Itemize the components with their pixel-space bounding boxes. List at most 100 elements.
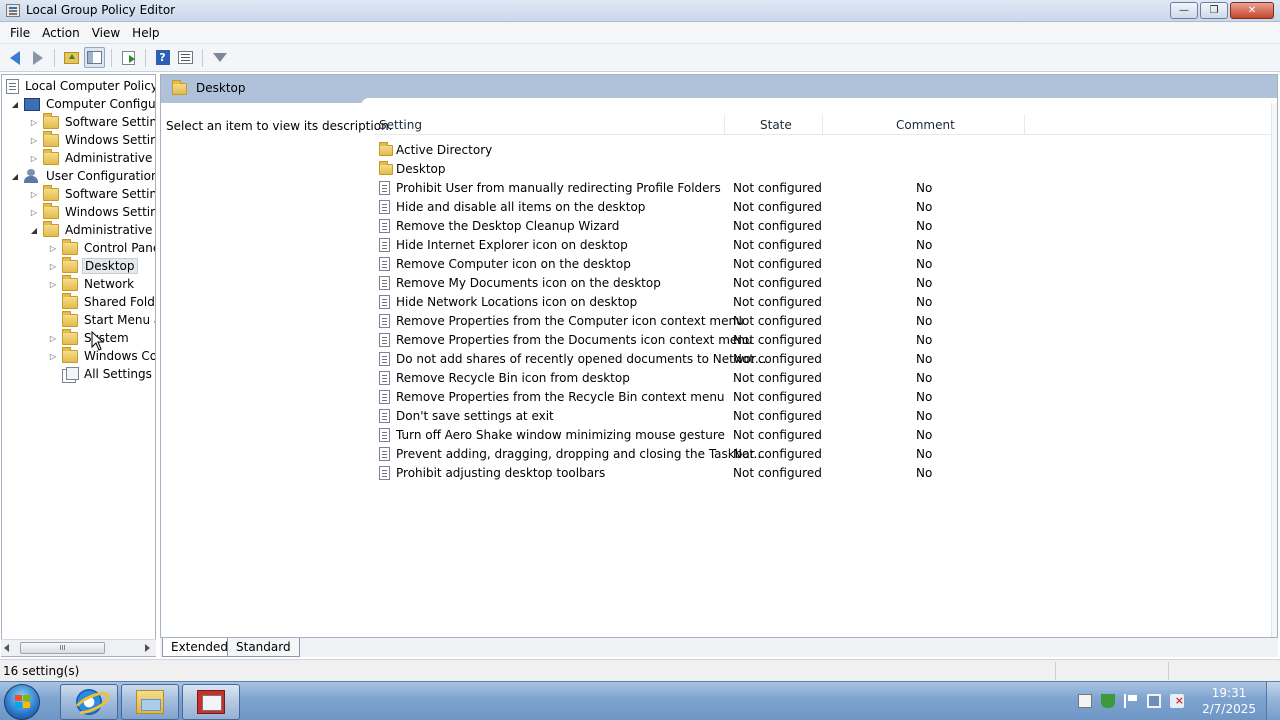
tree-item-desktop[interactable]: ▷ Desktop <box>48 256 138 275</box>
tree-item-control-panel[interactable]: ▷ Control Panel <box>48 238 155 257</box>
taskbar-internet-explorer[interactable] <box>60 684 118 720</box>
list-setting-row[interactable]: Don't save settings at exit Not configure… <box>374 407 1274 426</box>
list-setting-row[interactable]: Remove Recycle Bin icon from desktop Not … <box>374 369 1274 388</box>
tree-item-local-computer-policy[interactable]: Local Computer Policy <box>6 77 156 95</box>
tree-item-shared-folders[interactable]: Shared Folder <box>48 292 155 311</box>
menu-action[interactable]: Action <box>36 26 86 40</box>
column-header-comment[interactable]: Comment <box>896 118 955 132</box>
expand-arrow-icon[interactable]: ▷ <box>29 154 39 163</box>
policy-setting-icon <box>379 466 390 480</box>
mouse-cursor-icon <box>91 331 105 351</box>
folder-icon <box>43 112 59 129</box>
security-shield-icon[interactable] <box>1101 694 1115 708</box>
tree-item-user-administrative-templates[interactable]: ◢ Administrative Te <box>29 220 155 239</box>
expand-arrow-icon[interactable]: ▷ <box>48 352 58 361</box>
expand-arrow-icon[interactable]: ▷ <box>48 334 58 343</box>
menu-file[interactable]: File <box>4 26 36 40</box>
column-divider[interactable] <box>1024 115 1025 135</box>
menu-help[interactable]: Help <box>126 26 165 40</box>
list-setting-row[interactable]: Hide Internet Explorer icon on desktop No… <box>374 236 1274 255</box>
list-setting-row[interactable]: Remove the Desktop Cleanup Wizard Not con… <box>374 217 1274 236</box>
console-tree[interactable]: Local Computer Policy ◢ Computer Configu… <box>1 74 156 657</box>
tree-item-computer-windows-settings[interactable]: ▷ Windows Setting <box>29 130 155 149</box>
menu-view[interactable]: View <box>86 26 126 40</box>
column-header-state[interactable]: State <box>760 118 792 132</box>
tree-item-user-configuration[interactable]: ◢ User Configuration <box>10 167 155 185</box>
scroll-left-icon[interactable] <box>4 644 9 652</box>
list-setting-row[interactable]: Prohibit adjusting desktop toolbars Not c… <box>374 464 1274 483</box>
scroll-right-icon[interactable] <box>145 644 150 652</box>
policy-document-icon <box>6 78 19 94</box>
tree-item-network[interactable]: ▷ Network <box>48 274 136 293</box>
list-setting-row[interactable]: Turn off Aero Shake window minimizing mo… <box>374 426 1274 445</box>
list-setting-row[interactable]: Remove Computer icon on the desktop Not c… <box>374 255 1274 274</box>
forward-button[interactable] <box>27 47 48 68</box>
list-folder-row[interactable]: Active Directory <box>374 141 1274 160</box>
column-divider[interactable] <box>724 115 725 135</box>
expand-arrow-icon[interactable]: ▷ <box>48 280 58 289</box>
tree-item-all-settings[interactable]: All Settings <box>48 365 154 383</box>
column-header-setting[interactable]: Setting <box>379 118 422 132</box>
show-hide-console-tree-button[interactable] <box>84 47 105 68</box>
action-center-flag-icon[interactable] <box>1124 694 1138 708</box>
collapse-arrow-icon[interactable]: ◢ <box>29 226 39 235</box>
back-button[interactable] <box>4 47 25 68</box>
title-bar[interactable]: Local Group Policy Editor — ❐ ✕ <box>0 0 1280 22</box>
scroll-thumb[interactable]: III <box>20 642 105 654</box>
show-desktop-button[interactable] <box>1266 682 1280 720</box>
column-divider[interactable] <box>822 115 823 135</box>
list-setting-row[interactable]: Remove Properties from the Computer icon… <box>374 312 1274 331</box>
tray-document-icon[interactable] <box>1078 694 1092 708</box>
volume-muted-icon[interactable]: × <box>1170 694 1184 708</box>
clock[interactable]: 19:31 2/7/2025 <box>1202 685 1256 717</box>
list-setting-row[interactable]: Do not add shares of recently opened doc… <box>374 350 1274 369</box>
help-button[interactable]: ? <box>152 47 173 68</box>
taskbar-windows-explorer[interactable] <box>121 684 179 720</box>
list-setting-row[interactable]: Remove My Documents icon on the desktop N… <box>374 274 1274 293</box>
details-scroll-edge <box>1271 103 1277 656</box>
list-setting-row[interactable]: Remove Properties from the Documents ico… <box>374 331 1274 350</box>
list-setting-row[interactable]: Prohibit User from manually redirecting … <box>374 179 1274 198</box>
toolbar: ? <box>0 44 1280 72</box>
expand-arrow-icon[interactable]: ▷ <box>29 208 39 217</box>
list-setting-row[interactable]: Remove Properties from the Recycle Bin c… <box>374 388 1274 407</box>
start-button[interactable] <box>4 684 40 720</box>
expand-arrow-icon[interactable]: ▷ <box>48 244 58 253</box>
minimize-button[interactable]: — <box>1170 2 1198 19</box>
tree-item-label: Local Computer Policy <box>25 79 156 93</box>
network-icon[interactable] <box>1147 694 1161 708</box>
status-divider <box>1055 662 1056 680</box>
tree-horizontal-scrollbar[interactable]: III <box>1 639 156 656</box>
tree-item-start-menu-and-taskbar[interactable]: Start Menu ar <box>48 310 155 329</box>
up-one-level-button[interactable] <box>61 47 82 68</box>
cell-setting: Remove Properties from the Documents ico… <box>396 333 753 347</box>
properties-button[interactable] <box>175 47 196 68</box>
cell-setting: Hide Internet Explorer icon on desktop <box>396 238 628 252</box>
tab-extended[interactable]: Extended <box>162 638 237 657</box>
list-folder-row[interactable]: Desktop <box>374 160 1274 179</box>
filter-button[interactable] <box>209 47 230 68</box>
cell-state: Not configured <box>733 276 822 290</box>
export-list-button[interactable] <box>118 47 139 68</box>
tree-item-system[interactable]: ▷ System <box>48 328 131 347</box>
tree-item-computer-administrative-templates[interactable]: ▷ Administrative Te <box>29 148 155 167</box>
maximize-button[interactable]: ❐ <box>1200 2 1228 19</box>
tree-item-computer-software-settings[interactable]: ▷ Software Settings <box>29 112 155 131</box>
folder-icon <box>172 80 187 95</box>
expand-arrow-icon[interactable]: ▷ <box>29 136 39 145</box>
policy-setting-icon <box>379 295 390 309</box>
close-button[interactable]: ✕ <box>1230 2 1274 19</box>
expand-arrow-icon[interactable]: ▷ <box>29 190 39 199</box>
collapse-arrow-icon[interactable]: ◢ <box>10 100 20 109</box>
tree-item-user-windows-settings[interactable]: ▷ Windows Setting <box>29 202 155 221</box>
list-setting-row[interactable]: Prevent adding, dragging, dropping and c… <box>374 445 1274 464</box>
list-setting-row[interactable]: Hide and disable all items on the deskto… <box>374 198 1274 217</box>
collapse-arrow-icon[interactable]: ◢ <box>10 172 20 181</box>
tree-item-user-software-settings[interactable]: ▷ Software Settings <box>29 184 155 203</box>
tree-item-computer-configuration[interactable]: ◢ Computer Configura <box>10 95 155 113</box>
list-setting-row[interactable]: Hide Network Locations icon on desktop No… <box>374 293 1274 312</box>
tab-standard[interactable]: Standard <box>227 638 300 657</box>
expand-arrow-icon[interactable]: ▷ <box>29 118 39 127</box>
expand-arrow-icon[interactable]: ▷ <box>48 262 58 271</box>
taskbar-group-policy-editor[interactable] <box>182 684 240 720</box>
